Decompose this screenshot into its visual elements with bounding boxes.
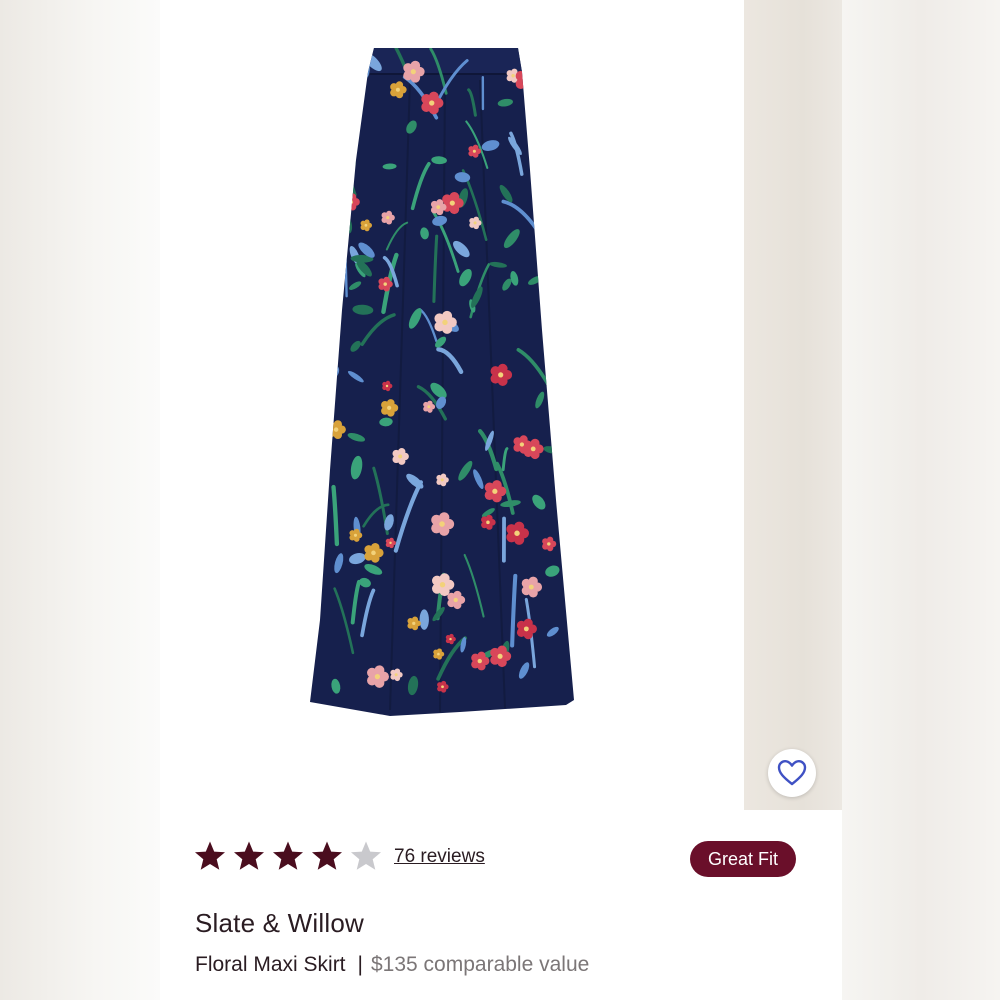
skirt-image [310, 48, 574, 716]
star-rating [194, 840, 382, 872]
background-right [842, 0, 1000, 1000]
heart-outline-icon [777, 760, 807, 786]
product-image[interactable] [160, 0, 842, 810]
star-icon [351, 841, 381, 870]
star-icon [312, 841, 342, 870]
product-card[interactable]: 76 reviews Great Fit Slate & Willow Flor… [160, 0, 842, 1000]
reviews-link[interactable]: 76 reviews [394, 846, 485, 868]
product-name: Floral Maxi Skirt [195, 953, 346, 976]
background-left [0, 0, 160, 1000]
brand-name[interactable]: Slate & Willow [195, 908, 364, 939]
product-subline: Floral Maxi Skirt | $135 comparable value [195, 953, 589, 977]
favorite-button[interactable] [768, 749, 816, 797]
fit-badge: Great Fit [690, 841, 797, 877]
star-icon [273, 841, 303, 870]
product-info: 76 reviews Great Fit Slate & Willow Flor… [160, 810, 842, 1000]
separator: | [357, 953, 363, 976]
star-icon [195, 841, 225, 870]
price-label: $135 comparable value [371, 953, 590, 976]
star-icon [234, 841, 264, 870]
